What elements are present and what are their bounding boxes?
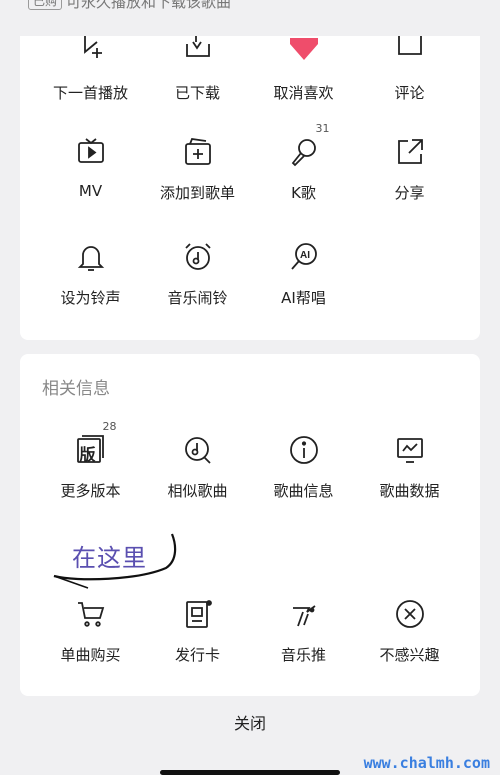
annotation-text: 在这里 (72, 544, 147, 572)
more-versions-button[interactable]: 版 28 更多版本 (33, 420, 148, 501)
not-interested-label: 不感兴趣 (379, 646, 440, 664)
share-button[interactable]: 分享 (352, 136, 467, 203)
karaoke-label: K歌 (291, 184, 316, 202)
song-data-button[interactable]: 歌曲数据 (352, 434, 467, 501)
release-card-button[interactable]: 发行卡 (140, 598, 255, 665)
related-info-card: 相关信息 版 28 更多版本 相似歌曲 歌曲信息 歌曲数据 单曲购买 发行卡 音… (20, 354, 480, 696)
karaoke-icon: 31 (288, 122, 330, 168)
comment-label: 评论 (394, 84, 425, 102)
info-icon (288, 434, 320, 466)
ai-sing-label: AI帮唱 (281, 289, 326, 307)
music-promote-label: 音乐推 (280, 646, 326, 664)
unlike-button[interactable]: 取消喜欢 (246, 36, 361, 103)
add-to-playlist-button[interactable]: 添加到歌单 (140, 136, 255, 203)
release-card-icon (182, 598, 214, 630)
set-ringtone-button[interactable]: 设为铃声 (33, 241, 148, 308)
ai-sing-button[interactable]: AI AI帮唱 (246, 241, 361, 308)
similar-songs-icon (182, 434, 214, 466)
section-title: 相关信息 (42, 379, 110, 399)
mv-button[interactable]: MV (33, 136, 148, 200)
downloaded-button[interactable]: 已下载 (140, 36, 255, 103)
play-next-label: 下一首播放 (52, 84, 128, 102)
versions-badge: 28 (102, 420, 117, 433)
share-label: 分享 (394, 184, 425, 202)
more-versions-label: 更多版本 (60, 482, 121, 500)
song-data-icon (394, 434, 426, 466)
music-alarm-label: 音乐闹铃 (167, 289, 228, 307)
similar-songs-button[interactable]: 相似歌曲 (140, 434, 255, 501)
downloaded-label: 已下载 (174, 84, 220, 102)
purchased-tag: 已购 (28, 0, 63, 10)
cart-icon (75, 598, 107, 630)
similar-songs-label: 相似歌曲 (167, 482, 228, 500)
svg-text:AI: AI (300, 250, 310, 261)
purchase-tip: 可永久播放和下载该歌曲 (66, 0, 232, 11)
not-interested-icon (394, 598, 426, 630)
actions-card: 下一首播放 已下载 取消喜欢 评论 MV 添加到歌单 31 K歌 分享 设为铃声… (20, 36, 480, 340)
comment-icon (394, 36, 426, 68)
add-to-playlist-label: 添加到歌单 (159, 184, 235, 202)
music-alarm-button[interactable]: 音乐闹铃 (140, 241, 255, 308)
buy-single-button[interactable]: 单曲购买 (33, 598, 148, 665)
downloaded-icon (182, 36, 214, 68)
music-promote-icon (288, 598, 320, 630)
add-to-playlist-icon (182, 136, 214, 168)
play-next-button[interactable]: 下一首播放 (33, 36, 148, 103)
share-icon (394, 136, 426, 168)
home-indicator (160, 770, 340, 775)
song-info-button[interactable]: 歌曲信息 (246, 434, 361, 501)
play-next-icon (75, 36, 107, 68)
ai-sing-icon: AI (288, 241, 320, 273)
not-interested-button[interactable]: 不感兴趣 (352, 598, 467, 665)
song-data-label: 歌曲数据 (379, 482, 440, 500)
comment-button[interactable]: 评论 (352, 36, 467, 103)
close-button[interactable]: 关闭 (0, 710, 500, 734)
bell-icon (75, 241, 107, 273)
song-info-label: 歌曲信息 (273, 482, 334, 500)
buy-single-label: 单曲购买 (60, 646, 121, 664)
watermark: www.chalmh.com (363, 754, 490, 772)
unlike-label: 取消喜欢 (273, 84, 334, 102)
mv-label: MV (78, 182, 103, 200)
karaoke-badge: 31 (315, 122, 330, 135)
music-promote-button[interactable]: 音乐推 (246, 598, 361, 665)
alarm-clock-icon (182, 241, 214, 273)
heart-icon (288, 36, 320, 68)
versions-icon: 版 28 (75, 420, 117, 466)
set-ringtone-label: 设为铃声 (60, 289, 121, 307)
karaoke-button[interactable]: 31 K歌 (246, 122, 361, 203)
release-card-label: 发行卡 (174, 646, 220, 664)
purchase-banner: 已购 可永久播放和下载该歌曲 (0, 0, 500, 36)
versions-glyph: 版 (79, 445, 96, 464)
mv-icon (75, 136, 107, 168)
